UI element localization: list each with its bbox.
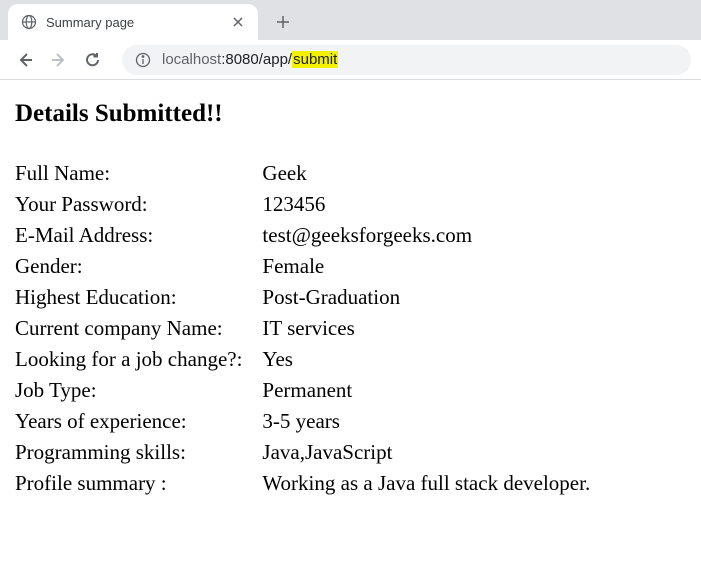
field-value: 3-5 years [262,406,600,437]
tab-title: Summary page [46,15,222,30]
field-value: Permanent [262,375,600,406]
details-table: Full Name:GeekYour Password:123456E-Mail… [15,158,600,499]
field-value: 123456 [262,189,600,220]
table-row: Profile summary :Working as a Java full … [15,468,600,499]
info-icon[interactable] [134,51,152,69]
field-label: Gender: [15,251,262,282]
table-row: Looking for a job change?:Yes [15,344,600,375]
back-button[interactable] [10,45,40,75]
table-row: Programming skills:Java,JavaScript [15,437,600,468]
address-bar[interactable]: localhost:8080/app/submit [122,45,691,75]
page-title: Details Submitted!! [15,100,686,128]
globe-icon [20,13,38,31]
table-row: Current company Name:IT services [15,313,600,344]
field-label: Profile summary : [15,468,262,499]
field-label: Years of experience: [15,406,262,437]
tab-bar: Summary page [0,0,701,40]
field-label: Looking for a job change?: [15,344,262,375]
field-value: Female [262,251,600,282]
field-label: Full Name: [15,158,262,189]
field-value: IT services [262,313,600,344]
table-row: Your Password:123456 [15,189,600,220]
field-value: Post-Graduation [262,282,600,313]
url-path: :8080/app/ [221,51,292,68]
browser-toolbar: localhost:8080/app/submit [0,40,701,80]
browser-tab[interactable]: Summary page [8,4,258,40]
field-label: Highest Education: [15,282,262,313]
field-value: Geek [262,158,600,189]
field-value: Working as a Java full stack developer. [262,468,600,499]
field-value: test@geeksforgeeks.com [262,220,600,251]
field-label: Programming skills: [15,437,262,468]
field-value: Java,JavaScript [262,437,600,468]
table-row: Gender:Female [15,251,600,282]
field-label: E-Mail Address: [15,220,262,251]
table-row: Years of experience:3-5 years [15,406,600,437]
table-row: E-Mail Address:test@geeksforgeeks.com [15,220,600,251]
field-label: Current company Name: [15,313,262,344]
field-label: Job Type: [15,375,262,406]
table-row: Job Type:Permanent [15,375,600,406]
reload-button[interactable] [78,45,108,75]
close-icon[interactable] [230,14,246,30]
field-value: Yes [262,344,600,375]
url-host: localhost [162,51,221,68]
new-tab-button[interactable] [268,7,298,37]
url-text: localhost:8080/app/submit [162,51,338,68]
url-highlighted: submit [292,51,338,68]
browser-chrome: Summary page [0,0,701,80]
field-label: Your Password: [15,189,262,220]
page-content: Details Submitted!! Full Name:GeekYour P… [0,80,701,519]
table-row: Full Name:Geek [15,158,600,189]
forward-button[interactable] [44,45,74,75]
table-row: Highest Education:Post-Graduation [15,282,600,313]
